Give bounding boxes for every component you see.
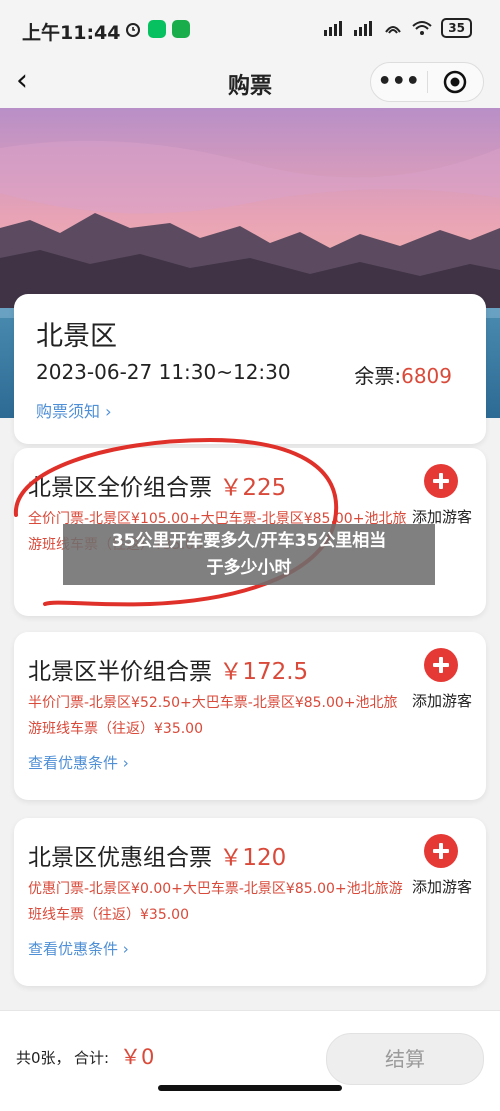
close-program-button[interactable]: [428, 70, 484, 94]
alarm-icon: [126, 23, 140, 37]
add-visitor-label[interactable]: 添加游客: [412, 876, 472, 897]
ticket-price: ￥172.5: [219, 659, 309, 685]
status-indicators: 35: [323, 18, 472, 38]
signal-icon-2: [354, 21, 373, 36]
caption-line-1: 35公里开车要多久/开车35公里相当: [111, 531, 387, 551]
more-menu-button[interactable]: •••: [371, 63, 427, 101]
wifi-icon: [412, 21, 432, 35]
scenic-info-card: 北景区 2023-06-27 11:30~12:30 余票:6809 购票须知 …: [14, 294, 486, 444]
status-notification-icons: [124, 20, 190, 38]
ticket-price: ￥120: [219, 845, 287, 871]
caption-overlay: 35公里开车要多久/开车35公里相当 于多少小时: [63, 524, 435, 585]
visit-datetime: 2023-06-27 11:30~12:30: [36, 360, 291, 384]
discount-conditions-link[interactable]: 查看优惠条件 ›: [28, 752, 129, 773]
add-visitor-label[interactable]: 添加游客: [412, 690, 472, 711]
total-label: 合计:: [74, 1049, 110, 1067]
purchase-notice-link[interactable]: 购票须知 ›: [36, 398, 112, 422]
nav-bar: ‹ 购票 •••: [0, 58, 500, 108]
data-transfer-icon: [385, 26, 402, 34]
checkout-button[interactable]: 结算: [326, 1033, 484, 1085]
total-amount: ￥0: [120, 1045, 155, 1069]
ticket-price: ￥225: [219, 475, 287, 501]
remaining-label: 余票:: [354, 364, 402, 388]
status-time: 上午11:44: [22, 22, 121, 44]
discount-conditions-link[interactable]: 查看优惠条件 ›: [28, 938, 129, 959]
target-icon: [444, 70, 467, 94]
signal-icon: [324, 21, 343, 36]
ticket-name: 北景区优惠组合票: [28, 845, 212, 871]
add-visitor-button[interactable]: [424, 648, 458, 682]
ticket-count: 共0张，: [16, 1049, 71, 1067]
remaining-count: 6809: [401, 364, 452, 388]
ticket-title: 北景区全价组合票 ￥225: [28, 468, 286, 502]
wechat-icon: [148, 20, 166, 38]
battery-indicator: 35: [441, 18, 472, 38]
home-indicator: [158, 1085, 342, 1091]
scenic-name: 北景区: [36, 321, 117, 352]
ticket-title: 北景区优惠组合票 ￥120: [28, 838, 286, 872]
add-visitor-button[interactable]: [424, 464, 458, 498]
ticket-description: 优惠门票-北景区¥0.00+大巴车票-北景区¥85.00+池北旅游班线车票（往返…: [28, 881, 403, 923]
ticket-title: 北景区半价组合票 ￥172.5: [28, 652, 308, 686]
ticket-name: 北景区全价组合票: [28, 475, 212, 501]
checkout-bar: 共0张， 合计: ￥0 结算: [0, 1010, 500, 1111]
ticket-name: 北景区半价组合票: [28, 659, 212, 685]
add-visitor-button[interactable]: [424, 834, 458, 868]
remaining-tickets: 余票:6809: [354, 360, 452, 389]
ticket-card-half-price: 北景区半价组合票 ￥172.5 半价门票-北景区¥52.50+大巴车票-北景区¥…: [14, 632, 486, 800]
mini-program-capsule: •••: [370, 62, 484, 102]
caption-line-2: 于多少小时: [206, 558, 292, 578]
message-app-icon: [172, 20, 190, 38]
ticket-description: 半价门票-北景区¥52.50+大巴车票-北景区¥85.00+池北旅游班线车票（往…: [28, 695, 398, 737]
status-bar: 上午11:44 35: [0, 0, 500, 58]
ticket-card-discount: 北景区优惠组合票 ￥120 优惠门票-北景区¥0.00+大巴车票-北景区¥85.…: [14, 818, 486, 986]
